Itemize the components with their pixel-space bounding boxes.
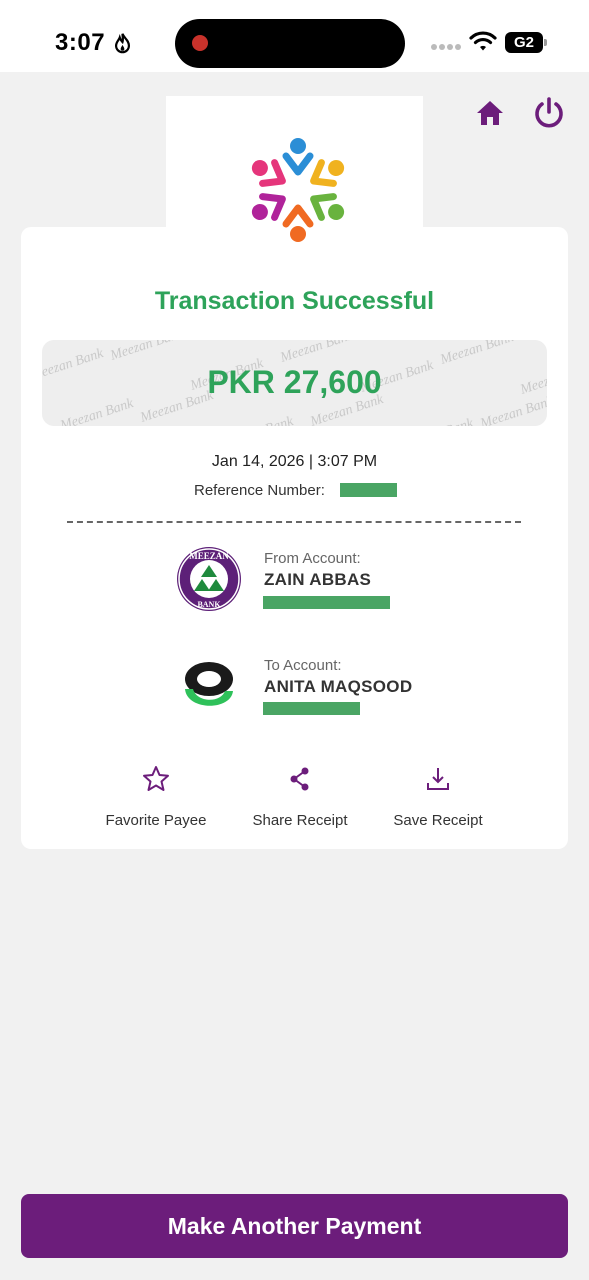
to-account-name: ANITA MAQSOOD (264, 677, 413, 696)
dynamic-island (175, 19, 405, 68)
from-account-name: ZAIN ABBAS (264, 570, 372, 589)
transaction-status-title: Transaction Successful (154, 287, 435, 315)
network-badge: G2 (505, 32, 543, 53)
star-icon (143, 766, 169, 791)
status-time: 3:07 (55, 29, 106, 56)
download-icon (427, 768, 449, 790)
home-icon (477, 101, 503, 125)
svg-text:MEEZAN: MEEZAN (189, 551, 229, 561)
meezan-bank-logo-icon: MEEZAN BANK (177, 547, 241, 611)
favorite-payee-label: Favorite Payee (105, 812, 207, 829)
brand-logo-container (166, 96, 423, 256)
from-account-number-redacted (263, 596, 390, 609)
battery-indicator: G2 (505, 32, 547, 53)
save-receipt-label: Save Receipt (393, 812, 483, 829)
share-icon (290, 767, 309, 791)
brand-logo-icon (251, 138, 345, 242)
power-icon (535, 97, 563, 128)
battery-cap (544, 39, 547, 46)
svg-text:Meezan Bank: Meezan Bank (218, 414, 296, 426)
logout-button[interactable] (530, 94, 568, 132)
svg-text:Meezan Bank: Meezan Bank (108, 340, 186, 364)
to-account-number-redacted (263, 702, 360, 715)
share-receipt-label: Share Receipt (252, 812, 348, 829)
svg-text:Meezan Bank: Meezan Bank (398, 416, 476, 426)
flame-icon (114, 33, 131, 54)
reference-number-redacted (340, 483, 397, 497)
dashed-divider (67, 521, 521, 523)
home-button[interactable] (473, 96, 507, 130)
share-receipt-button[interactable]: Share Receipt (230, 764, 370, 834)
transaction-datetime: Jan 14, 2026 | 3:07 PM (211, 453, 378, 470)
to-account-label: To Account: (264, 657, 342, 674)
make-another-payment-button[interactable]: Make Another Payment (21, 1194, 568, 1258)
cellular-signal-icon (431, 44, 461, 50)
amount-panel: Meezan Bank Meezan Bank Meezan Bank Meez… (42, 340, 547, 426)
svg-text:BANK: BANK (197, 600, 221, 609)
wifi-icon (469, 31, 497, 51)
reference-number-label: Reference Number: (194, 482, 325, 499)
favorite-payee-button[interactable]: Favorite Payee (86, 764, 226, 834)
status-bar: 3:07 G2 (0, 0, 589, 72)
transaction-amount: PKR 27,600 (207, 364, 382, 400)
recording-indicator (192, 35, 208, 51)
receipt-card (21, 227, 568, 849)
svg-text:Meezan Bank: Meezan Bank (278, 340, 356, 366)
from-account-label: From Account: (264, 550, 361, 567)
sadapay-logo-icon (185, 662, 233, 706)
save-receipt-button[interactable]: Save Receipt (368, 764, 508, 834)
